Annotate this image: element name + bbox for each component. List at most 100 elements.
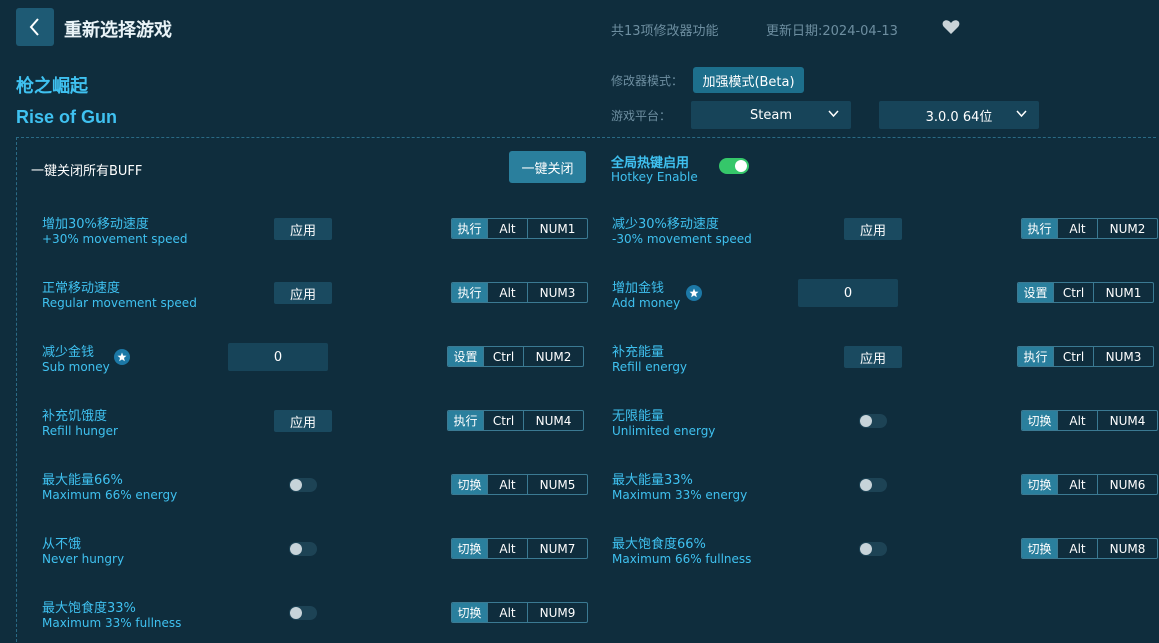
hotkey-key[interactable]: NUM9 [527, 603, 587, 622]
page-title: 重新选择游戏 [64, 20, 172, 41]
toggle-knob [860, 543, 872, 555]
hotkey-key[interactable]: NUM4 [523, 411, 583, 430]
hotkey-action-button[interactable]: 切换 [1022, 475, 1057, 494]
cheat-name-cn: 增加30%移动速度 [42, 217, 149, 232]
cheat-name-cn: 无限能量 [612, 409, 665, 424]
toggle-knob [860, 479, 872, 491]
close-all-button[interactable]: 一键关闭 [509, 151, 586, 183]
hotkey-action-button[interactable]: 设置 [448, 347, 483, 366]
toggle-knob [735, 160, 747, 172]
hotkey-label-cn: 全局热键启用 [611, 156, 690, 171]
hotkey-action-button[interactable]: 切换 [452, 603, 487, 622]
chevron-down-icon [1016, 110, 1027, 118]
platform-value: Steam [750, 107, 792, 123]
star-icon [117, 352, 127, 362]
hotkey-key[interactable]: NUM1 [527, 219, 587, 238]
hotkey-group: 执行 Ctrl NUM4 [447, 410, 584, 431]
hotkey-group: 执行 Alt NUM2 [1021, 218, 1158, 239]
game-name-en: Rise of Gun [16, 107, 118, 127]
cheat-toggle[interactable] [859, 414, 887, 428]
star-badge [686, 285, 702, 301]
apply-button[interactable]: 应用 [844, 218, 902, 240]
mode-label: 修改器模式： [611, 74, 684, 88]
hotkey-modifier[interactable]: Alt [487, 539, 527, 558]
hotkey-modifier[interactable]: Ctrl [1053, 347, 1093, 366]
hotkey-key[interactable]: NUM2 [1097, 219, 1157, 238]
cheat-name-en: Unlimited energy [612, 424, 716, 438]
apply-button[interactable]: 应用 [274, 410, 332, 432]
hotkey-modifier[interactable]: Ctrl [483, 411, 523, 430]
cheat-toggle[interactable] [289, 542, 317, 556]
cheat-name-cn: 减少30%移动速度 [612, 217, 719, 232]
hotkey-modifier[interactable]: Ctrl [483, 347, 523, 366]
chevron-left-icon [29, 18, 39, 36]
apply-button[interactable]: 应用 [274, 282, 332, 304]
game-name-cn: 枪之崛起 [16, 76, 88, 97]
cheat-name-en: -30% movement speed [612, 232, 752, 246]
apply-button[interactable]: 应用 [844, 346, 902, 368]
cheat-name-cn: 正常移动速度 [42, 281, 121, 296]
version-select[interactable]: 3.0.0 64位 [879, 101, 1039, 129]
hotkey-modifier[interactable]: Alt [1057, 539, 1097, 558]
hotkey-key[interactable]: NUM6 [1097, 475, 1157, 494]
toggle-knob [290, 479, 302, 491]
hotkey-group: 执行 Alt NUM1 [451, 218, 588, 239]
toggle-knob [860, 415, 872, 427]
platform-select[interactable]: Steam [691, 101, 851, 129]
cheat-toggle[interactable] [289, 478, 317, 492]
amount-input[interactable]: 0 [798, 279, 898, 307]
update-date: 更新日期:2024-04-13 [766, 24, 898, 39]
apply-button[interactable]: 应用 [274, 218, 332, 240]
toggle-knob [290, 607, 302, 619]
hotkey-modifier[interactable]: Ctrl [1053, 283, 1093, 302]
hotkey-key[interactable]: NUM2 [523, 347, 583, 366]
hotkey-key[interactable]: NUM4 [1097, 411, 1157, 430]
hotkey-action-button[interactable]: 切换 [452, 475, 487, 494]
cheat-toggle[interactable] [859, 542, 887, 556]
cheat-name-cn: 减少金钱 [42, 345, 95, 360]
hotkey-key[interactable]: NUM8 [1097, 539, 1157, 558]
hotkey-group: 切换 Alt NUM8 [1021, 538, 1158, 559]
platform-label: 游戏平台： [611, 109, 672, 123]
cheat-name-cn: 增加金钱 [612, 281, 665, 296]
hotkey-modifier[interactable]: Alt [1057, 411, 1097, 430]
hotkey-modifier[interactable]: Alt [487, 603, 527, 622]
hotkey-action-button[interactable]: 执行 [1022, 219, 1057, 238]
toggle-knob [290, 543, 302, 555]
hotkey-action-button[interactable]: 切换 [1022, 411, 1057, 430]
cheat-name-en: Add money [612, 296, 681, 310]
heart-icon[interactable] [942, 19, 960, 35]
hotkey-modifier[interactable]: Alt [487, 283, 527, 302]
hotkey-key[interactable]: NUM1 [1093, 283, 1153, 302]
hotkey-action-button[interactable]: 切换 [452, 539, 487, 558]
hotkey-group: 设置 Ctrl NUM1 [1017, 282, 1154, 303]
hotkey-modifier[interactable]: Alt [487, 219, 527, 238]
hotkey-key[interactable]: NUM5 [527, 475, 587, 494]
hotkey-action-button[interactable]: 执行 [452, 219, 487, 238]
cheat-panel [16, 137, 1156, 643]
hotkey-action-button[interactable]: 执行 [452, 283, 487, 302]
hotkey-modifier[interactable]: Alt [487, 475, 527, 494]
cheat-toggle[interactable] [289, 606, 317, 620]
hotkey-key[interactable]: NUM7 [527, 539, 587, 558]
buff-label: 一键关闭所有BUFF [31, 164, 143, 179]
hotkey-action-button[interactable]: 切换 [1022, 539, 1057, 558]
back-button[interactable] [16, 8, 54, 46]
cheat-name-cn: 补充饥饿度 [42, 409, 108, 424]
hotkey-action-button[interactable]: 执行 [448, 411, 483, 430]
cheat-toggle[interactable] [859, 478, 887, 492]
hotkey-key[interactable]: NUM3 [527, 283, 587, 302]
mode-button[interactable]: 加强模式(Beta) [693, 67, 804, 93]
cheat-name-cn: 最大能量33% [612, 473, 693, 488]
cheat-name-en: Refill energy [612, 360, 688, 374]
hotkey-key[interactable]: NUM3 [1093, 347, 1153, 366]
hotkey-action-button[interactable]: 执行 [1018, 347, 1053, 366]
hotkey-group: 切换 Alt NUM5 [451, 474, 588, 495]
hotkey-toggle[interactable] [719, 158, 749, 174]
cheat-name-en: Regular movement speed [42, 296, 197, 310]
cheat-name-en: Maximum 66% energy [42, 488, 178, 502]
amount-input[interactable]: 0 [228, 343, 328, 371]
hotkey-modifier[interactable]: Alt [1057, 475, 1097, 494]
hotkey-action-button[interactable]: 设置 [1018, 283, 1053, 302]
hotkey-modifier[interactable]: Alt [1057, 219, 1097, 238]
